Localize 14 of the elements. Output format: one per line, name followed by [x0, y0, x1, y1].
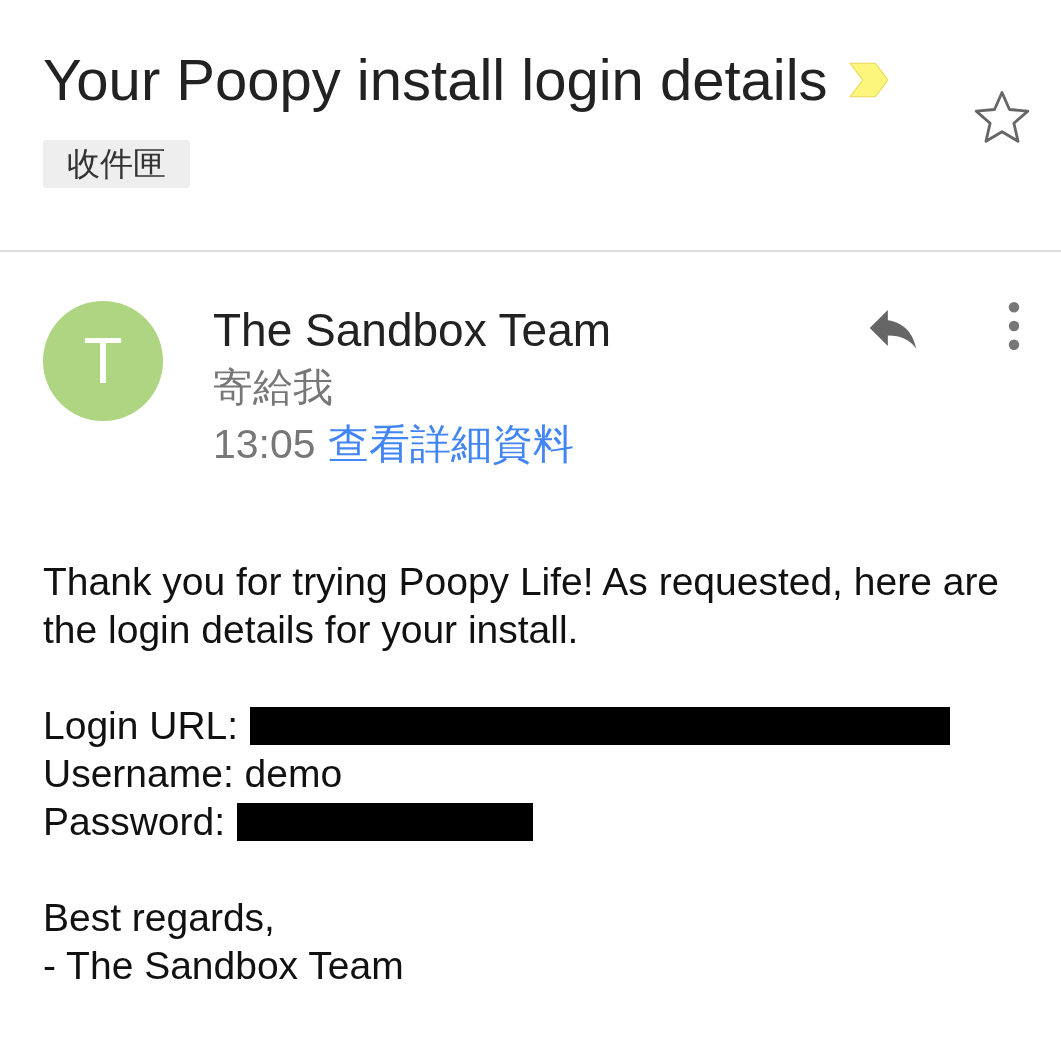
sender-name: The Sandbox Team: [213, 303, 612, 358]
time-text: 13:05: [213, 420, 316, 469]
closing-line: - The Sandbox Team: [43, 943, 404, 989]
field-label: Username: demo: [43, 751, 343, 797]
more-options-icon[interactable]: [1007, 301, 1021, 351]
email-subject: Your Poopy install login details: [43, 46, 828, 114]
inbox-label[interactable]: 收件匣: [43, 140, 190, 188]
field-label: Login URL:: [43, 703, 239, 749]
recipient-text: 寄給我: [213, 364, 333, 411]
body-paragraph: Thank you for trying Poopy Life! As requested, here are the login details for your install.: [43, 559, 1001, 653]
avatar: T: [43, 301, 163, 421]
field-label: Password:: [43, 799, 226, 845]
closing-line: Best regards,: [43, 895, 275, 941]
details-link[interactable]: 查看詳細資料: [327, 415, 574, 473]
